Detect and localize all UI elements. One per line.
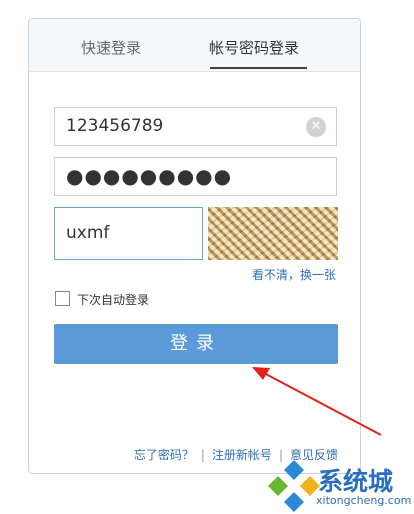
watermark-site: xitongcheng.com xyxy=(316,494,412,507)
captcha-refresh-link[interactable]: 看不清，换一张 xyxy=(252,266,336,283)
active-tab-indicator xyxy=(210,67,307,69)
login-button[interactable]: 登录 xyxy=(54,324,338,364)
password-value: ●●●●●●●●● xyxy=(66,164,233,188)
clear-icon[interactable]: ✕ xyxy=(306,117,326,137)
username-value: 123456789 xyxy=(66,116,164,136)
username-field[interactable]: 123456789 ✕ xyxy=(54,107,337,146)
tab-quick-login[interactable]: 快速登录 xyxy=(81,37,141,58)
remember-label: 下次自动登录 xyxy=(77,293,150,307)
forgot-password-link[interactable]: 忘了密码？ xyxy=(134,448,194,462)
login-tabs: 快速登录 帐号密码登录 xyxy=(29,19,360,72)
tab-account-password-login[interactable]: 帐号密码登录 xyxy=(209,37,299,58)
captcha-image[interactable] xyxy=(208,207,338,260)
login-panel: 快速登录 帐号密码登录 123456789 ✕ ●●●●●●●●● uxmf 看… xyxy=(28,18,361,474)
footer-separator: | xyxy=(200,448,205,462)
captcha-value: uxmf xyxy=(66,223,110,243)
remember-checkbox[interactable] xyxy=(55,291,70,306)
watermark-brand: 系统城 xyxy=(318,467,394,496)
captcha-input[interactable]: uxmf xyxy=(54,207,203,260)
password-field[interactable]: ●●●●●●●●● xyxy=(54,157,337,196)
